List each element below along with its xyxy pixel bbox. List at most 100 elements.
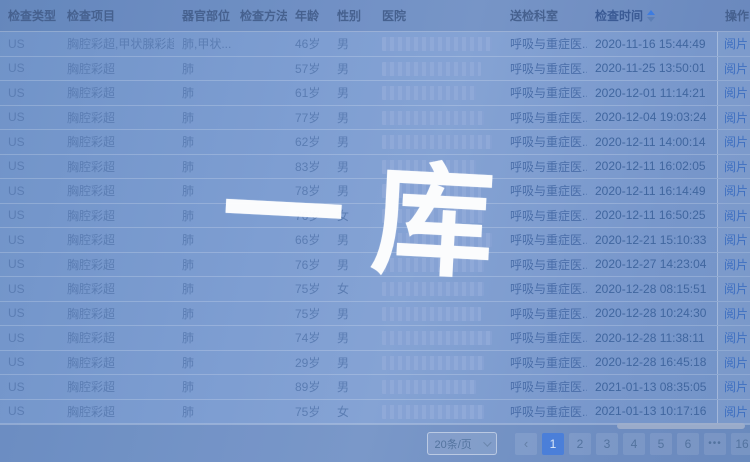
table-row[interactable]: US 胸腔彩超 肺 61岁 男 呼吸与重症医... 2020-12-01 11:… — [0, 81, 750, 106]
sort-caret-icon[interactable] — [647, 10, 655, 22]
hospital-redaction-block — [382, 135, 492, 149]
cell-organ: 肺 — [174, 305, 232, 322]
pagination-page-button[interactable]: 6 — [677, 433, 699, 455]
cell-actions: 阅片 — [717, 277, 750, 301]
view-film-link[interactable]: 阅片 — [724, 84, 748, 101]
header-exam-item: 检查项目 — [59, 7, 174, 24]
cell-organ: 肺 — [174, 182, 232, 199]
cell-actions: 阅片 — [717, 228, 750, 252]
cell-hospital — [374, 404, 502, 419]
view-film-link[interactable]: 阅片 — [724, 231, 748, 248]
view-film-link[interactable]: 阅片 — [724, 329, 748, 346]
table-row[interactable]: US 胸腔彩超,甲状腺彩超 肺,甲状... 46岁 男 呼吸与重症医... 20… — [0, 32, 750, 57]
view-film-link[interactable]: 阅片 — [724, 280, 748, 297]
header-actions: 操作 — [717, 7, 750, 24]
table-row[interactable]: US 胸腔彩超 肺 77岁 男 呼吸与重症医... 2020-12-04 19:… — [0, 106, 750, 131]
table-row[interactable]: US 胸腔彩超 肺 83岁 男 呼吸与重症医... 2020-12-11 16:… — [0, 155, 750, 180]
view-film-link[interactable]: 阅片 — [724, 378, 748, 395]
cell-hospital — [374, 134, 502, 149]
cell-age: 57岁 — [287, 60, 329, 77]
cell-age: 61岁 — [287, 84, 329, 101]
cell-age: 76岁 — [287, 256, 329, 273]
pagination-page-button[interactable]: 3 — [596, 433, 618, 455]
cell-department: 呼吸与重症医... — [502, 158, 587, 175]
table-row[interactable]: US 胸腔彩超 肺 75岁 女 呼吸与重症医... 2021-01-13 10:… — [0, 400, 750, 425]
cell-exam-type: US — [0, 135, 59, 149]
cell-organ: 肺 — [174, 256, 232, 273]
cell-exam-type: US — [0, 110, 59, 124]
cell-exam-item: 胸腔彩超 — [59, 378, 174, 395]
pagination-page-button[interactable]: 16 — [731, 433, 750, 455]
exam-list-screen: 检查类型 检查项目 器官部位 检查方法 年龄 性别 医院 送检科室 检查时间 操… — [0, 0, 750, 462]
cell-actions: 阅片 — [717, 302, 750, 326]
pagination-page-button[interactable]: 2 — [569, 433, 591, 455]
pagination-pages: 123456•••16 — [540, 433, 750, 455]
cell-age: 62岁 — [287, 133, 329, 150]
view-film-link[interactable]: 阅片 — [724, 133, 748, 150]
view-film-link[interactable]: 阅片 — [724, 403, 748, 420]
cell-exam-time: 2020-12-28 10:24:30 — [587, 306, 717, 320]
cell-gender: 男 — [329, 84, 374, 101]
view-film-link[interactable]: 阅片 — [724, 109, 748, 126]
hospital-redaction-block — [382, 111, 484, 125]
cell-exam-type: US — [0, 159, 59, 173]
view-film-link[interactable]: 阅片 — [724, 256, 748, 273]
table-row[interactable]: US 胸腔彩超 肺 76岁 男 呼吸与重症医... 2020-12-27 14:… — [0, 253, 750, 278]
cell-age: 76岁 — [287, 207, 329, 224]
page-size-select[interactable]: 20条/页 — [427, 432, 497, 455]
cell-department: 呼吸与重症医... — [502, 305, 587, 322]
table-row[interactable]: US 胸腔彩超 肺 75岁 女 呼吸与重症医... 2020-12-28 08:… — [0, 277, 750, 302]
table-row[interactable]: US 胸腔彩超 肺 66岁 男 呼吸与重症医... 2020-12-21 15:… — [0, 228, 750, 253]
cell-hospital — [374, 208, 502, 223]
cell-organ: 肺 — [174, 403, 232, 420]
pagination-more-button[interactable]: ••• — [704, 433, 726, 455]
cell-actions: 阅片 — [717, 57, 750, 81]
view-film-link[interactable]: 阅片 — [724, 207, 748, 224]
cell-department: 呼吸与重症医... — [502, 35, 587, 52]
view-film-link[interactable]: 阅片 — [724, 158, 748, 175]
table-row[interactable]: US 胸腔彩超 肺 57岁 男 呼吸与重症医... 2020-11-25 13:… — [0, 57, 750, 82]
cell-organ: 肺 — [174, 60, 232, 77]
cell-department: 呼吸与重症医... — [502, 378, 587, 395]
cell-age: 74岁 — [287, 329, 329, 346]
table-row[interactable]: US 胸腔彩超 肺 78岁 男 呼吸与重症医... 2020-12-11 16:… — [0, 179, 750, 204]
cell-exam-item: 胸腔彩超 — [59, 305, 174, 322]
header-exam-time[interactable]: 检查时间 — [587, 7, 717, 24]
cell-exam-type: US — [0, 306, 59, 320]
table-body: US 胸腔彩超,甲状腺彩超 肺,甲状... 46岁 男 呼吸与重症医... 20… — [0, 32, 750, 424]
table-row[interactable]: US 胸腔彩超 肺 62岁 男 呼吸与重症医... 2020-12-11 14:… — [0, 130, 750, 155]
cell-age: 75岁 — [287, 305, 329, 322]
cell-hospital — [374, 183, 502, 198]
cell-exam-type: US — [0, 257, 59, 271]
table-row[interactable]: US 胸腔彩超 肺 29岁 男 呼吸与重症医... 2020-12-28 16:… — [0, 351, 750, 376]
pagination-prev-button[interactable]: ‹ — [515, 433, 537, 455]
cell-exam-time: 2020-11-25 13:50:01 — [587, 61, 717, 75]
cell-organ: 肺 — [174, 329, 232, 346]
cell-actions: 阅片 — [717, 253, 750, 277]
table-row[interactable]: US 胸腔彩超 肺 76岁 女 呼吸与重症医... 2020-12-11 16:… — [0, 204, 750, 229]
table-row[interactable]: US 胸腔彩超 肺 89岁 男 呼吸与重症医... 2021-01-13 08:… — [0, 375, 750, 400]
view-film-link[interactable]: 阅片 — [724, 182, 748, 199]
hospital-redaction-block — [382, 86, 476, 100]
horizontal-scrollbar-thumb[interactable] — [617, 423, 745, 429]
cell-gender: 男 — [329, 133, 374, 150]
pagination-bar: 20条/页 ‹ 123456•••16 — [0, 424, 750, 462]
cell-gender: 女 — [329, 207, 374, 224]
header-department: 送检科室 — [502, 7, 587, 24]
table-row[interactable]: US 胸腔彩超 肺 74岁 男 呼吸与重症医... 2020-12-28 11:… — [0, 326, 750, 351]
cell-actions: 阅片 — [717, 326, 750, 350]
view-film-link[interactable]: 阅片 — [724, 354, 748, 371]
cell-exam-item: 胸腔彩超 — [59, 207, 174, 224]
cell-department: 呼吸与重症医... — [502, 207, 587, 224]
view-film-link[interactable]: 阅片 — [724, 305, 748, 322]
pagination-page-button[interactable]: 5 — [650, 433, 672, 455]
pagination-page-button[interactable]: 1 — [542, 433, 564, 455]
cell-exam-time: 2020-12-04 19:03:24 — [587, 110, 717, 124]
pagination-page-button[interactable]: 4 — [623, 433, 645, 455]
table-row[interactable]: US 胸腔彩超 肺 75岁 男 呼吸与重症医... 2020-12-28 10:… — [0, 302, 750, 327]
view-film-link[interactable]: 阅片 — [724, 60, 748, 77]
cell-exam-type: US — [0, 282, 59, 296]
cell-gender: 男 — [329, 35, 374, 52]
cell-organ: 肺 — [174, 109, 232, 126]
view-film-link[interactable]: 阅片 — [724, 35, 748, 52]
